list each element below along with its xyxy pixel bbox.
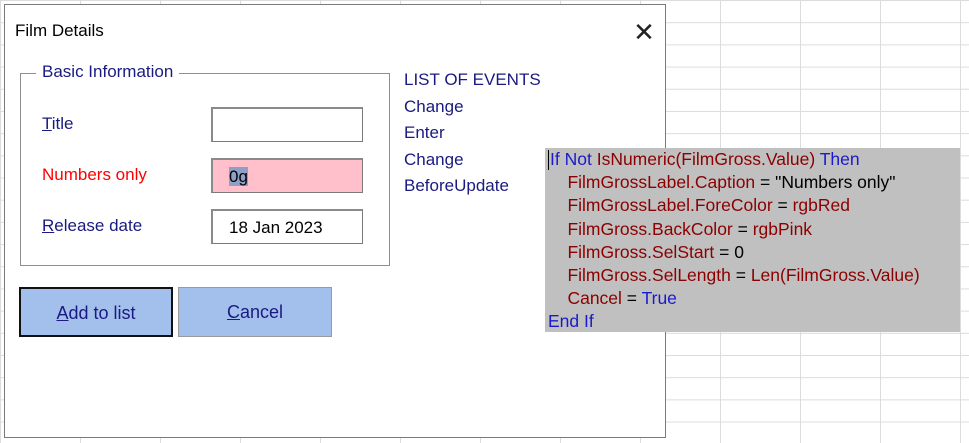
- event-item: Change: [404, 96, 464, 116]
- film-gross-field[interactable]: 0g: [211, 158, 363, 193]
- basic-information-frame: Basic Information Title Numbers only 0g …: [20, 62, 390, 266]
- cancel-button[interactable]: Cancel: [178, 287, 332, 337]
- code-keyword: Then: [819, 149, 860, 169]
- code-identifier: rgbPink: [752, 218, 813, 239]
- event-item: Enter: [404, 123, 445, 142]
- add-text: dd to list: [68, 303, 136, 323]
- add-to-list-button[interactable]: Add to list: [19, 287, 173, 337]
- vba-code-snippet: If Not IsNumeric(FilmGross.Value) Then F…: [545, 148, 960, 332]
- events-list: LIST OF EVENTS Change Enter Change Befor…: [404, 67, 541, 200]
- code-line: If Not IsNumeric(FilmGross.Value) Then: [548, 148, 960, 171]
- code-identifier: FilmGross.SelLength: [567, 265, 731, 286]
- film-gross-selected-text: 0g: [229, 167, 248, 186]
- code-text: =: [732, 218, 753, 239]
- close-icon: ✕: [633, 17, 655, 47]
- code-line: FilmGross.SelLength = Len(FilmGross.Valu…: [548, 264, 960, 287]
- events-heading: LIST OF EVENTS: [404, 70, 541, 89]
- close-button[interactable]: ✕: [629, 17, 659, 47]
- code-line: FilmGross.BackColor = rgbPink: [548, 218, 960, 241]
- code-identifier: FilmGross.BackColor: [567, 218, 733, 239]
- event-item: Change: [404, 149, 464, 169]
- code-identifier: Cancel: [567, 288, 622, 309]
- code-line: FilmGrossLabel.Caption = "Numbers only": [548, 171, 960, 194]
- add-accel: A: [56, 303, 69, 323]
- title-label: Title: [42, 114, 74, 134]
- code-identifier: FilmGrossLabel.ForeColor: [567, 195, 773, 216]
- release-label-accel: R: [42, 216, 55, 235]
- code-line: End If: [548, 310, 960, 333]
- code-line: FilmGross.SelStart = 0: [548, 241, 960, 264]
- code-keyword: End If: [548, 311, 594, 332]
- code-identifier: FilmGross.SelStart: [567, 241, 715, 262]
- text-caret: [548, 150, 549, 171]
- code-text: =: [772, 195, 793, 216]
- code-text: = 0: [714, 241, 744, 262]
- code-line: FilmGrossLabel.ForeColor = rgbRed: [548, 194, 960, 217]
- code-identifier: rgbRed: [792, 195, 851, 216]
- release-date-label: Release date: [42, 216, 142, 236]
- title-field[interactable]: [211, 107, 363, 142]
- event-item: BeforeUpdate: [404, 176, 509, 195]
- code-text: =: [621, 288, 642, 309]
- code-identifier: FilmGrossLabel.Caption: [567, 172, 756, 193]
- code-identifier: IsNumeric(FilmGross.Value): [596, 149, 816, 169]
- code-keyword: True: [641, 288, 677, 309]
- code-keyword: If Not: [550, 149, 592, 169]
- film-gross-label: Numbers only: [42, 165, 147, 184]
- code-line: Cancel = True: [548, 287, 960, 310]
- frame-label: Basic Information: [36, 62, 180, 82]
- cancel-accel: C: [226, 302, 240, 322]
- cancel-text: ancel: [239, 302, 284, 322]
- code-identifier: Len(FilmGross.Value): [750, 265, 920, 286]
- code-text: = "Numbers only": [755, 172, 896, 193]
- code-text: =: [730, 265, 751, 286]
- release-label-text: elease date: [54, 216, 143, 235]
- title-label-accel: T: [42, 114, 52, 133]
- release-date-field[interactable]: 18 Jan 2023: [211, 209, 363, 244]
- title-label-text: itle: [51, 114, 74, 133]
- dialog-title: Film Details: [15, 21, 104, 40]
